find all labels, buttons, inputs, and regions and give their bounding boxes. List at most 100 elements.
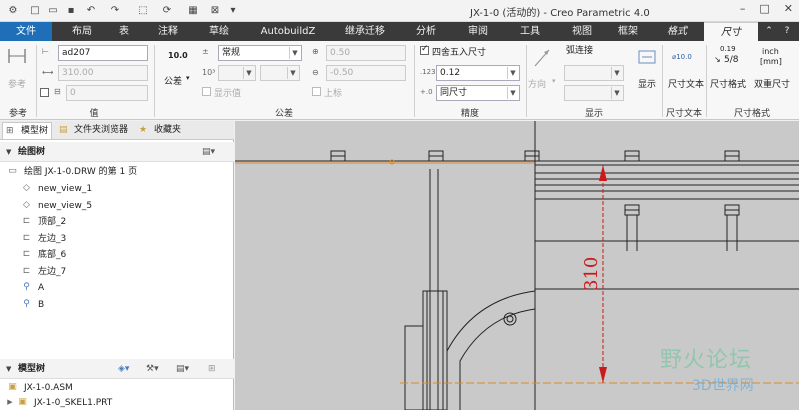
folder-icon: ▤ <box>59 125 68 135</box>
undo-icon[interactable]: ↶ <box>84 4 98 18</box>
tab-file[interactable]: 文件 <box>0 22 52 41</box>
tab-model-tree[interactable]: ⊞ 模型树 <box>2 122 52 139</box>
direction-button[interactable] <box>532 47 552 69</box>
help-icon[interactable]: ? <box>780 22 794 41</box>
tree-filter-icon[interactable]: ⊞ <box>208 359 216 379</box>
show-icon <box>638 50 656 64</box>
superscript-checkbox[interactable] <box>312 87 321 96</box>
close-icon[interactable]: ✕ <box>784 2 793 15</box>
decimal-places-select[interactable]: 0.12 ▼ <box>436 65 520 81</box>
tree-item[interactable]: ⊏ 左边_7 <box>20 265 67 280</box>
app-logo-icon[interactable]: ⚙ <box>6 4 20 18</box>
tree-item-label: 底部_6 <box>38 250 67 260</box>
tolerance-mode-select[interactable]: 常规 ▼ <box>218 45 302 61</box>
tab-dimension[interactable]: 尺寸 <box>704 22 758 41</box>
dimension-text-button[interactable]: ⌀10.0 <box>670 47 700 69</box>
display-option-select-2[interactable]: ▼ <box>564 85 624 101</box>
dimension-text[interactable]: 310 <box>581 257 602 291</box>
tab-analysis[interactable]: 分析 <box>404 22 448 41</box>
watermark-logo: 野火论坛 <box>660 348 753 373</box>
minimize-ribbon-icon[interactable]: ⌃ <box>762 22 776 41</box>
proj-view-icon: ⊏ <box>22 233 31 243</box>
model-tree-header[interactable]: ▼ 模型树 ◈▾ ⚒▾ ▤▾ ⊞ <box>0 359 234 379</box>
tab-legacy-migration[interactable]: 继承迁移 <box>334 22 396 41</box>
redo-icon[interactable]: ↷ <box>108 4 122 18</box>
direction-label: 方向 <box>528 80 547 90</box>
tolerance-button[interactable]: 公差 ▾ <box>164 73 192 87</box>
tree-settings-icon[interactable]: ▤▾ <box>202 142 215 162</box>
open-icon[interactable]: ▭ <box>46 4 60 18</box>
save-icon[interactable]: ▪ <box>64 4 78 18</box>
view-icon: ◇ <box>23 200 30 210</box>
tree-item[interactable]: ⊏ 底部_6 <box>20 248 67 263</box>
dual-dimension-button[interactable]: inch [mm] <box>756 45 792 73</box>
tab-autobuildz[interactable]: AutobuildZ <box>250 22 326 41</box>
show-value-checkbox[interactable] <box>202 87 211 96</box>
tab-sketch[interactable]: 草绘 <box>196 22 242 41</box>
tree-item[interactable]: ⚲ A <box>20 281 44 296</box>
dimension-format-button[interactable]: 0.19 5/8 ↘ <box>712 45 748 73</box>
same-as-value: 同尺寸 <box>440 88 468 98</box>
tree-tools-icon[interactable]: ⚒▾ <box>146 359 159 379</box>
chevron-down-icon: ▼ <box>611 67 622 79</box>
assembly-icon: ▣ <box>8 382 17 392</box>
direction-icon <box>534 49 550 67</box>
tolerance-class-select[interactable]: ▼ <box>260 65 300 81</box>
drawing-tree-title: 绘图树 <box>18 147 46 157</box>
show-button[interactable] <box>636 47 658 69</box>
ribbon-tab-bar: 文件 布局 表 注释 草绘 AutobuildZ 继承迁移 分析 审阅 工具 视… <box>0 22 799 41</box>
tab-view[interactable]: 视图 <box>560 22 604 41</box>
model-tree-item[interactable]: ▶ ▣ JX-1-0_SKEL1.PRT <box>6 396 112 410</box>
tree-item[interactable]: ◇ new_view_1 <box>20 182 92 197</box>
quick-access-dropdown-icon[interactable]: ▾ <box>226 4 240 18</box>
tree-item[interactable]: ⚲ B <box>20 298 44 313</box>
show-filter-icon[interactable]: ◈▾ <box>118 359 129 379</box>
tree-item[interactable]: ⊏ 顶部_2 <box>20 215 67 230</box>
round-dimension-checkbox[interactable] <box>420 44 429 55</box>
group-label-tolerance: 公差 <box>274 109 293 119</box>
model-tree-item[interactable]: ▣ JX-1-0.ASM <box>6 381 73 396</box>
same-as-select[interactable]: 同尺寸 ▼ <box>436 85 520 101</box>
expand-icon[interactable]: ▶ <box>6 397 14 408</box>
tab-review[interactable]: 审阅 <box>456 22 500 41</box>
tab-folder-browser-label: 文件夹浏览器 <box>74 125 129 135</box>
window-icon[interactable]: ▦ <box>186 4 200 18</box>
upper-tolerance-field[interactable]: 0.50 <box>326 45 406 61</box>
tab-layout[interactable]: 布局 <box>58 22 106 41</box>
chevron-down-icon: ▼ <box>243 67 254 79</box>
drawing-tree-header[interactable]: ▼ 绘图树 ▤▾ <box>0 142 234 162</box>
override-value-field[interactable]: 0 <box>66 85 148 101</box>
model-tree-item-label: JX-1-0_SKEL1.PRT <box>34 398 113 408</box>
tolerance-table-select[interactable]: ▼ <box>218 65 256 81</box>
dimension-name-field[interactable]: ad207 <box>58 45 148 61</box>
superscript-label: 上标 <box>324 89 343 99</box>
navigator-pane: ⊞ 模型树 ▤ 文件夹浏览器 ★ 收藏夹 ▼ 绘图树 ▤▾ ▭ 绘图 JX-1-0… <box>0 121 234 410</box>
select-box-icon[interactable]: ⬚ <box>136 4 150 18</box>
tab-favorites[interactable]: ★ 收藏夹 <box>136 122 192 139</box>
drawing-tree-root[interactable]: ▭ 绘图 JX-1-0.DRW 的第 1 页 <box>6 165 137 180</box>
tree-item[interactable]: ◇ new_view_5 <box>20 199 92 214</box>
upper-tolerance-icon: ⊕ <box>312 47 319 56</box>
tab-format[interactable]: 格式 <box>654 22 700 41</box>
collapse-icon: ▼ <box>6 365 12 373</box>
override-checkbox[interactable] <box>40 88 49 97</box>
reference-button[interactable] <box>6 45 28 69</box>
tab-tools[interactable]: 工具 <box>508 22 552 41</box>
tab-annotate[interactable]: 注释 <box>146 22 190 41</box>
group-label-value: 值 <box>89 109 99 119</box>
maximize-icon[interactable]: □ <box>759 2 769 15</box>
lower-tolerance-field[interactable]: -0.50 <box>326 65 406 81</box>
tab-table[interactable]: 表 <box>108 22 140 41</box>
minimize-icon[interactable]: – <box>740 2 746 15</box>
reference-icon <box>8 49 26 63</box>
display-option-select-1[interactable]: ▼ <box>564 65 624 81</box>
new-icon[interactable]: □ <box>28 4 42 18</box>
tree-columns-icon[interactable]: ▤▾ <box>176 359 189 379</box>
close-window-icon[interactable]: ⊠ <box>208 4 222 18</box>
dimension-value-field[interactable]: 310.00 <box>58 65 148 81</box>
tab-frame[interactable]: 框架 <box>610 22 646 41</box>
tree-item-label: 顶部_2 <box>38 217 67 227</box>
regenerate-icon[interactable]: ⟳ <box>160 4 174 18</box>
tab-folder-browser[interactable]: ▤ 文件夹浏览器 <box>56 122 132 139</box>
tree-item[interactable]: ⊏ 左边_3 <box>20 232 67 247</box>
